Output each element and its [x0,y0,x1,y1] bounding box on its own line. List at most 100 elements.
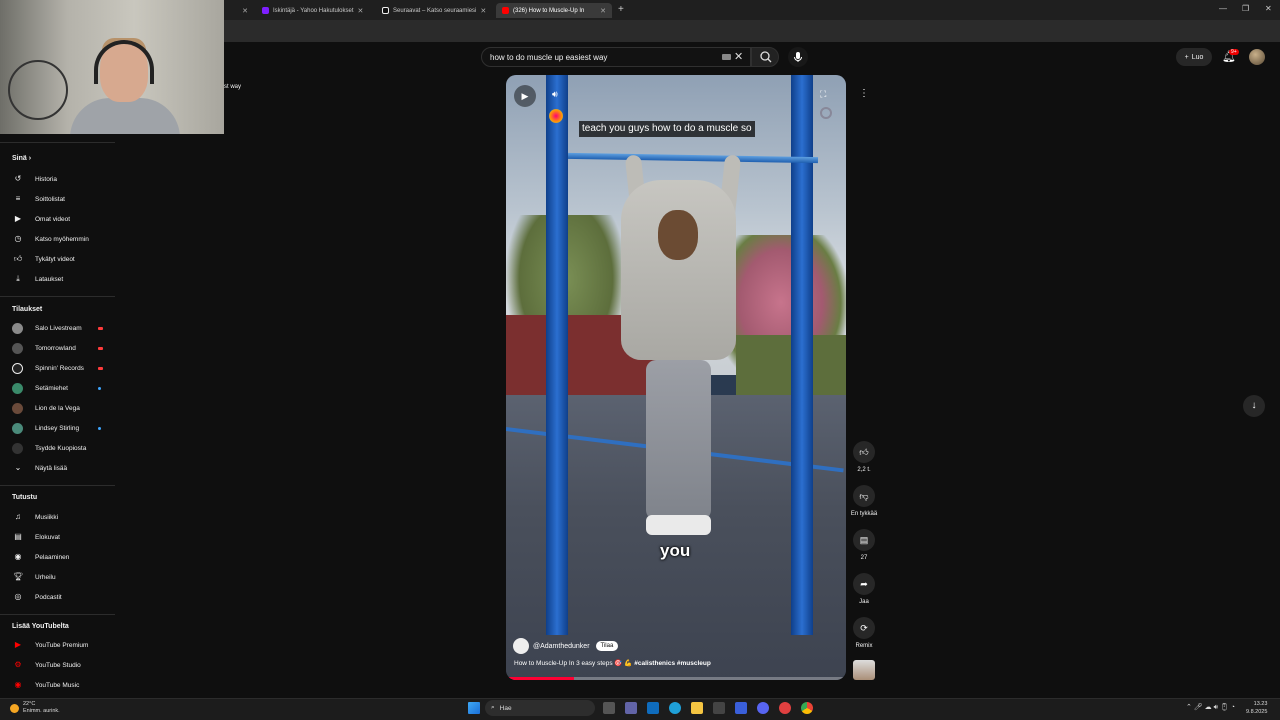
more-options-icon[interactable]: ⋮ [857,88,871,102]
sidebar-item-watch-later[interactable]: ◷ Katso myöhemmin [0,230,115,248]
account-avatar[interactable] [1249,49,1265,65]
tiktok-favicon-icon [382,7,389,14]
sidebar-item-your-videos[interactable]: ▶ Omat videot [0,210,115,228]
sidebar-item-music[interactable]: ♫ Musiikki [0,508,115,526]
sidebar-section-explore: Tutustu [12,494,38,501]
hashtags: #calisthenics #muscleup [634,660,711,667]
microphone-icon [794,52,802,62]
channel-avatar [12,442,23,454]
browser-tab[interactable]: Iskintäjä - Yahoo Hakutulokset ✕ [256,3,368,18]
store-icon[interactable] [713,702,725,714]
sports-icon: 🏆︎ [13,572,24,581]
task-view-icon[interactable] [603,702,615,714]
sidebar-section-you[interactable]: Sinä › [12,155,31,162]
dislike-action[interactable]: 👎︎ En tykkää [848,485,880,517]
sidebar-channel[interactable]: Lion de la Vega [0,399,115,417]
minimize-icon[interactable]: — [1219,4,1227,13]
channel-row: @Adamthedunker Tilaa [513,638,619,654]
discord-icon[interactable] [757,702,769,714]
channel-avatar[interactable] [513,638,529,654]
browser-tab-active[interactable]: (326) How to Muscle-Up In ✕ [496,3,612,18]
create-button[interactable]: + Luo [1176,48,1212,66]
channel-name[interactable]: @Adamthedunker [533,643,590,650]
sidebar-item-sports[interactable]: 🏆︎ Urheilu [0,568,115,586]
share-action[interactable]: ➦ Jaa [848,573,880,605]
sidebar-item-youtube-studio[interactable]: ⚙ YouTube Studio [0,656,115,674]
taskbar-search[interactable]: ⌕ Hae [485,700,595,716]
search-box[interactable] [481,47,751,67]
share-label: Jaa [859,599,869,605]
remix-action[interactable]: ⟳ Remix [848,617,880,649]
tab-label: Iskintäjä - Yahoo Hakutulokset [273,7,354,14]
channel-avatar [12,322,23,334]
comments-action[interactable]: ▤ 27 [848,529,880,561]
music-icon: ♫ [15,512,21,521]
channel-avatar [12,422,23,434]
sidebar-item-liked[interactable]: 👍︎ Tykätyt videot [0,250,115,268]
sidebar-item-history[interactable]: ↺ Historia [0,170,115,188]
system-tray[interactable]: ⌃ 🎤︎ ☁ 🔊︎ 🔋︎ ◔ [1186,703,1235,712]
restore-icon[interactable]: ❐ [1242,4,1249,13]
plus-icon: + [1184,53,1189,61]
sidebar-show-more[interactable]: ⌄ Näytä lisää [0,459,115,477]
sidebar-channel[interactable]: Lindsey Stirling [0,419,115,437]
windows-taskbar [0,698,1280,720]
mail-icon[interactable] [647,702,659,714]
chevron-down-icon: ⌄ [14,463,22,472]
create-label: Luo [1191,53,1204,61]
tab-close-icon[interactable]: ✕ [354,7,364,15]
sidebar-section-subscriptions[interactable]: Tilaukset [12,306,42,313]
weather-widget[interactable]: 22°C Enimm. aurink. [10,701,60,715]
volume-icon[interactable]: 🔊︎ [552,89,558,100]
keyboard-icon[interactable] [722,54,731,60]
tab-close-icon[interactable]: ✕ [476,7,486,15]
app-icon[interactable] [779,702,791,714]
sidebar-item-youtube-premium[interactable]: ▶ YouTube Premium [0,636,115,654]
channel-avatar [12,362,23,374]
edge-icon[interactable] [669,702,681,714]
clear-search-button[interactable]: ✕ [734,50,743,63]
windows-start-icon[interactable] [468,702,480,714]
sidebar-item-downloads[interactable]: ⤓ Lataukset [0,270,115,288]
browser-tab[interactable]: Seuraavat – Katso seuraamiesi ✕ [376,3,490,18]
sun-icon [10,703,19,713]
voice-search-button[interactable] [788,47,808,67]
sidebar-item-podcasts[interactable]: ◎ Podcastit [0,588,115,606]
search-button[interactable] [751,47,779,67]
teams-icon[interactable] [625,702,637,714]
vscode-icon[interactable] [735,702,747,714]
file-explorer-icon[interactable] [691,702,703,714]
video-title[interactable]: How to Muscle-Up In 3 easy steps 🎯 💪 #ca… [514,659,711,667]
sidebar-channel[interactable]: Salo Livestream [0,319,115,337]
sidebar-item-playlists[interactable]: ≡ Soittolistat [0,190,115,208]
like-action[interactable]: 👍︎ 2,2 t. [848,441,880,473]
fullscreen-icon[interactable]: ⛶ [820,89,826,100]
tab-close-icon[interactable]: ✕ [596,7,606,15]
sidebar-channel[interactable]: Tomorrowland [0,339,115,357]
history-icon: ↺ [14,174,22,183]
play-button[interactable]: ▶ [514,85,536,107]
next-short-button[interactable]: ↓ [1243,395,1265,417]
sound-thumbnail[interactable] [853,660,875,680]
sidebar-channel[interactable]: Spinnin' Records [0,359,115,377]
sidebar-item-movies[interactable]: ▤ Elokuvat [0,528,115,546]
athlete [621,180,736,360]
your-videos-icon: ▶ [14,214,22,223]
subscribe-button[interactable]: Tilaa [595,641,619,651]
tab-close-icon[interactable]: ✕ [238,7,248,15]
new-content-dot [98,426,101,430]
window-close-icon[interactable]: ✕ [1265,4,1272,13]
sidebar-channel[interactable]: Tsydde Kuopiosta [0,439,115,457]
sidebar-item-youtube-music[interactable]: ◉ YouTube Music [0,676,115,694]
shorts-player[interactable]: ▶ 🔊︎ ⛶ teach you guys how to do a muscle… [506,75,846,680]
sidebar-channel[interactable]: Setämiehet [0,379,115,397]
remix-label: Remix [855,643,873,649]
bicycle-image [8,60,68,120]
new-tab-button[interactable]: + [618,4,624,15]
weather-desc: Enimm. aurink. [23,708,60,714]
sidebar-item-gaming[interactable]: ◉ Pelaaminen [0,548,115,566]
search-input[interactable] [490,52,710,62]
search-icon [760,51,772,63]
chrome-icon[interactable] [801,702,813,714]
taskbar-clock[interactable]: 13.23 9.8.2025 [1246,700,1267,716]
